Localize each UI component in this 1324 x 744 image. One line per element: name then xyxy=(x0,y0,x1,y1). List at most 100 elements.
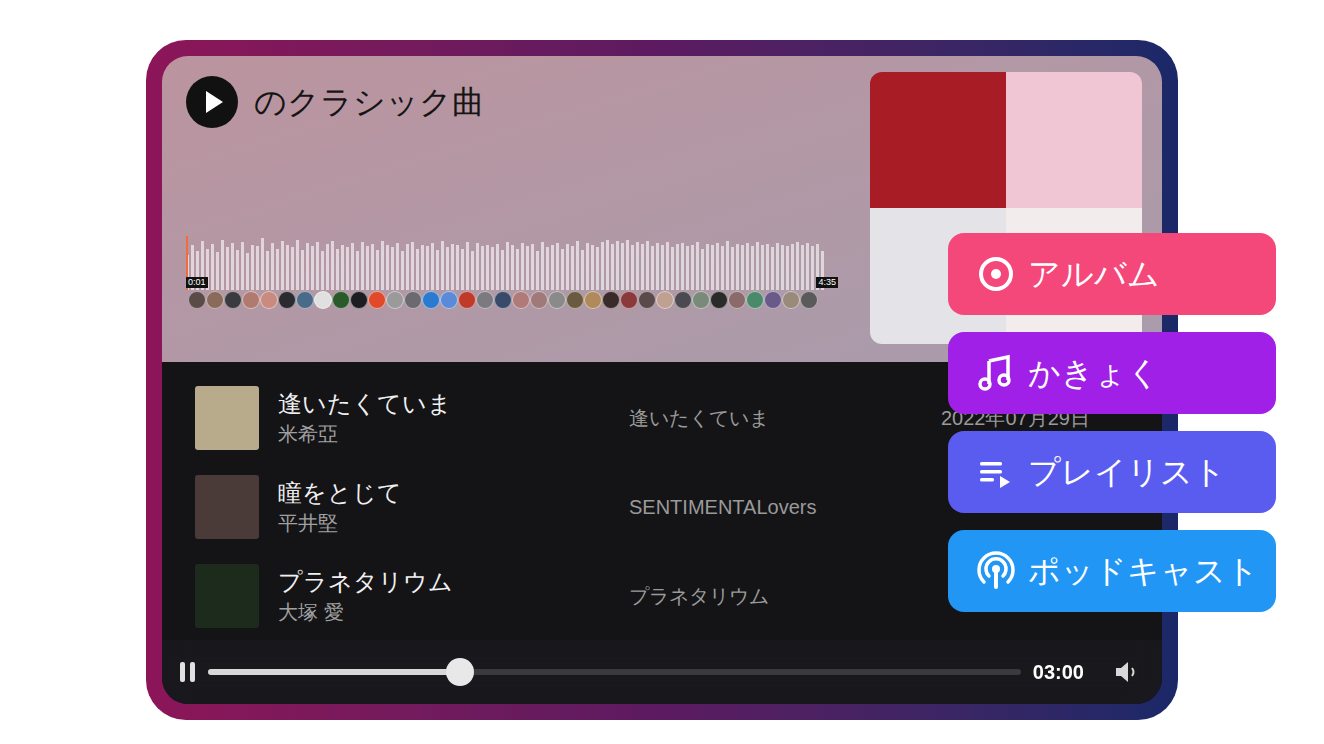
waveform-bar xyxy=(701,249,704,290)
waveform-bar xyxy=(271,243,274,290)
album-cover[interactable] xyxy=(1006,72,1142,208)
song-info: 瞳をとじて平井堅 xyxy=(278,477,629,537)
comment-avatar[interactable] xyxy=(296,291,314,309)
comment-avatar[interactable] xyxy=(188,291,206,309)
waveform-bar xyxy=(766,244,769,290)
comment-avatar[interactable] xyxy=(422,291,440,309)
waveform[interactable]: 0:014:35 xyxy=(186,232,838,290)
comment-avatar[interactable] xyxy=(728,291,746,309)
comment-avatar[interactable] xyxy=(530,291,548,309)
menu-button[interactable]: アルバム xyxy=(948,233,1276,315)
volume-icon[interactable] xyxy=(1114,659,1138,685)
waveform-bar xyxy=(786,246,789,290)
song-thumbnail xyxy=(195,386,259,450)
comment-avatar[interactable] xyxy=(602,291,620,309)
progress-knob[interactable] xyxy=(446,658,474,686)
comment-avatar[interactable] xyxy=(638,291,656,309)
waveform-bar xyxy=(801,245,804,290)
waveform-bar xyxy=(736,244,739,290)
comment-avatar[interactable] xyxy=(764,291,782,309)
waveform-bar xyxy=(721,246,724,290)
menu-button[interactable]: プレイリスト xyxy=(948,431,1276,513)
progress-fill xyxy=(208,669,460,675)
waveform-bar xyxy=(286,245,289,290)
comment-avatar[interactable] xyxy=(800,291,818,309)
playlist-icon xyxy=(976,452,1016,492)
comment-avatar[interactable] xyxy=(566,291,584,309)
play-icon[interactable] xyxy=(186,76,238,128)
comment-avatar[interactable] xyxy=(782,291,800,309)
comment-avatar[interactable] xyxy=(710,291,728,309)
menu-button[interactable]: ポッドキャスト xyxy=(948,530,1276,612)
waveform-bar xyxy=(556,243,559,290)
pause-icon[interactable] xyxy=(178,660,198,684)
waveform-bar xyxy=(546,247,549,290)
waveform-bar xyxy=(371,244,374,290)
waveform-bar xyxy=(516,249,519,290)
waveform-bar xyxy=(616,241,619,290)
comment-avatar[interactable] xyxy=(674,291,692,309)
comment-avatar[interactable] xyxy=(206,291,224,309)
comment-avatar[interactable] xyxy=(350,291,368,309)
waveform-bar xyxy=(351,243,354,290)
waveform-bar xyxy=(221,240,224,290)
comment-avatar[interactable] xyxy=(332,291,350,309)
waveform-bar xyxy=(401,251,404,290)
player-bar: 03:00 xyxy=(162,640,1162,704)
waveform-bar xyxy=(691,245,694,290)
comment-avatar[interactable] xyxy=(386,291,404,309)
menu-label: プレイリスト xyxy=(1028,448,1226,496)
comment-avatar[interactable] xyxy=(368,291,386,309)
comment-avatar[interactable] xyxy=(260,291,278,309)
album-cover[interactable] xyxy=(870,72,1006,208)
waveform-bar xyxy=(566,244,569,290)
comment-avatar[interactable] xyxy=(314,291,332,309)
waveform-bar xyxy=(621,243,624,290)
end-time: 4:35 xyxy=(816,277,838,288)
waveform-bar xyxy=(751,246,754,290)
comment-avatar[interactable] xyxy=(656,291,674,309)
comment-avatar[interactable] xyxy=(512,291,530,309)
waveform-bar xyxy=(376,250,379,290)
comment-avatar[interactable] xyxy=(224,291,242,309)
waveform-bar xyxy=(501,250,504,290)
song-thumbnail xyxy=(195,475,259,539)
waveform-bar xyxy=(431,243,434,290)
waveform-bar xyxy=(481,246,484,290)
progress-track[interactable] xyxy=(208,669,1021,675)
album-icon xyxy=(976,254,1016,294)
waveform-bar xyxy=(381,241,384,290)
waveform-bar xyxy=(426,246,429,290)
song-info: 逢いたくていま米希亞 xyxy=(278,388,629,448)
menu-label: かきょく xyxy=(1028,349,1160,397)
waveform-bar xyxy=(661,245,664,290)
waveform-bar xyxy=(231,243,234,290)
waveform-bar xyxy=(536,251,539,290)
comment-avatar[interactable] xyxy=(746,291,764,309)
waveform-bar xyxy=(326,244,329,290)
comment-avatar[interactable] xyxy=(278,291,296,309)
menu-label: ポッドキャスト xyxy=(1028,547,1259,595)
comment-avatar[interactable] xyxy=(476,291,494,309)
waveform-bar xyxy=(781,245,784,290)
waveform-bar xyxy=(596,247,599,290)
comment-avatar[interactable] xyxy=(458,291,476,309)
comment-avatar[interactable] xyxy=(620,291,638,309)
waveform-bar xyxy=(651,246,654,290)
comment-avatar[interactable] xyxy=(242,291,260,309)
comment-avatar[interactable] xyxy=(584,291,602,309)
waveform-bar xyxy=(241,242,244,290)
waveform-bar xyxy=(296,240,299,290)
waveform-bar xyxy=(641,244,644,290)
waveform-bar xyxy=(531,244,534,290)
song-thumbnail xyxy=(195,564,259,628)
comment-avatar[interactable] xyxy=(404,291,422,309)
comment-avatar[interactable] xyxy=(692,291,710,309)
menu-button[interactable]: かきょく xyxy=(948,332,1276,414)
comment-avatar[interactable] xyxy=(440,291,458,309)
comment-avatar[interactable] xyxy=(494,291,512,309)
waveform-bar xyxy=(246,253,249,290)
waveform-bar xyxy=(211,244,214,290)
waveform-bar xyxy=(696,242,699,290)
comment-avatar[interactable] xyxy=(548,291,566,309)
